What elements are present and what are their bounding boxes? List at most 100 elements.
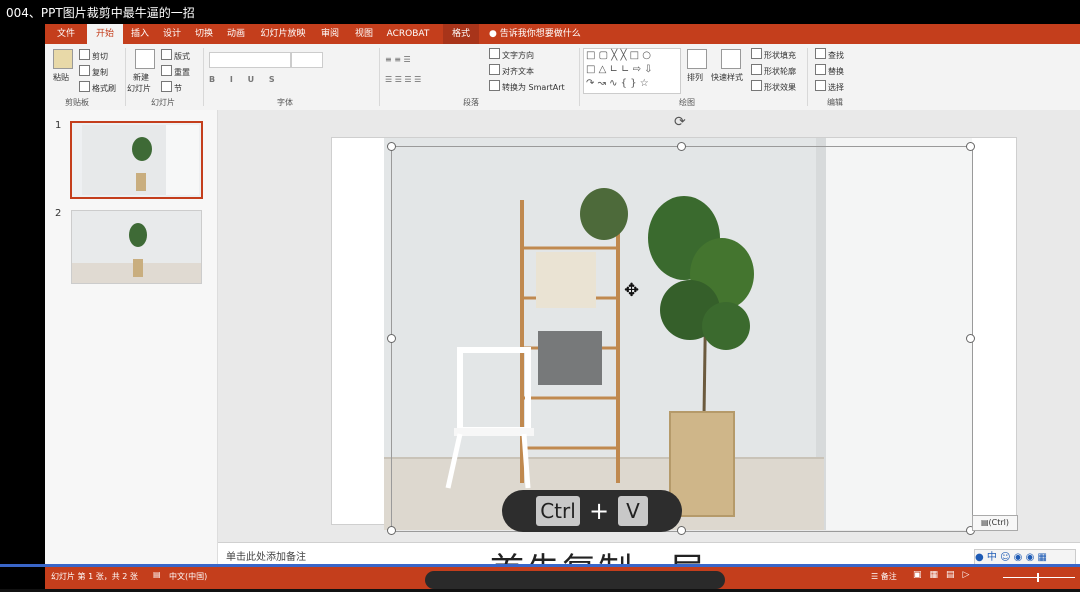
replace-button[interactable]: 替换: [815, 64, 844, 77]
v-key: V: [618, 496, 648, 526]
move-cursor-icon: ✥: [624, 280, 640, 301]
zoom-slider[interactable]: [1003, 577, 1075, 578]
font-name-box[interactable]: [209, 52, 291, 68]
resize-handle[interactable]: [966, 334, 975, 343]
copy-button[interactable]: 复制: [79, 65, 108, 78]
shape-effects-button[interactable]: 形状效果: [751, 80, 796, 93]
slide-number: 2: [55, 208, 62, 219]
cursor-icon: [815, 80, 826, 91]
ribbon-tabs: 文件 开始 插入 设计 切换 动画 幻灯片放映 审阅 视图 ACROBAT 格式…: [45, 24, 1080, 44]
shape-outline-button[interactable]: 形状轮廓: [751, 64, 796, 77]
smartart-button[interactable]: 转换为 SmartArt: [489, 80, 565, 93]
align-text-button[interactable]: 对齐文本: [489, 64, 534, 77]
resize-handle[interactable]: [387, 526, 396, 535]
separator: [579, 48, 580, 106]
quick-styles-button[interactable]: 快速样式: [711, 72, 743, 83]
tab-format[interactable]: 格式: [443, 24, 479, 44]
brush-icon: [79, 81, 90, 92]
tab-transitions[interactable]: 切换: [189, 24, 219, 44]
text-direction-icon: [489, 48, 500, 59]
shapes-gallery[interactable]: □ ▢ ╳ ╳ □ ○ □ △ ∟ ∟ ⇨ ⇩ ↷ ↝ ∿ { } ☆: [583, 48, 681, 94]
zoom-slider-thumb[interactable]: [1037, 573, 1039, 582]
slide-thumbnail-2[interactable]: [71, 210, 202, 284]
section-icon: [161, 81, 172, 92]
tell-me-text: 告诉我你想要做什么: [499, 29, 581, 39]
ctrl-key: Ctrl: [536, 496, 580, 526]
resize-handle[interactable]: [677, 142, 686, 151]
resize-handle[interactable]: [966, 142, 975, 151]
tell-me-box[interactable]: ● 告诉我你想要做什么: [489, 24, 619, 44]
resize-handle[interactable]: [387, 334, 396, 343]
resize-handle[interactable]: [387, 142, 396, 151]
reset-icon: [161, 65, 172, 76]
new-slide-label-2[interactable]: 幻灯片: [127, 83, 151, 94]
rotate-handle-icon[interactable]: ⟳: [674, 114, 686, 130]
cut-button[interactable]: 剪切: [79, 49, 108, 62]
tab-animations[interactable]: 动画: [221, 24, 251, 44]
shortcut-overlay: Ctrl + V: [502, 490, 682, 532]
format-painter-button[interactable]: 格式刷: [79, 81, 116, 94]
view-buttons[interactable]: ▣▦▤▷: [913, 570, 977, 580]
tab-slideshow[interactable]: 幻灯片放映: [255, 24, 311, 44]
status-bar: 幻灯片 第 1 张，共 2 张 ▤ 中文(中国) ☰ 备注 ▣▦▤▷: [45, 567, 1080, 589]
paste-icon[interactable]: [53, 49, 73, 69]
thumbnail-plant: [129, 223, 147, 247]
video-player-controls[interactable]: [425, 571, 725, 589]
section-button[interactable]: 节: [161, 81, 182, 94]
notes-toggle[interactable]: ☰ 备注: [871, 571, 897, 582]
paste-button[interactable]: 粘贴: [53, 72, 69, 83]
font-size-box[interactable]: [291, 52, 323, 68]
alignment-buttons[interactable]: ☰ ☰ ☰ ☰: [385, 75, 421, 84]
notes-icon: ☰: [871, 572, 879, 581]
thumbnail-image: [82, 125, 166, 195]
arrange-button[interactable]: 排列: [687, 72, 703, 83]
list-buttons[interactable]: ≡ ≡ ☰: [385, 55, 411, 64]
window-title-bar: 004、PPT图片裁剪中最牛逼的一招: [0, 0, 1080, 24]
group-label-editing: 编辑: [827, 98, 843, 107]
tab-acrobat[interactable]: ACROBAT: [383, 24, 433, 44]
resize-handle[interactable]: [677, 526, 686, 535]
new-slide-label[interactable]: 新建: [133, 72, 149, 83]
search-icon: [815, 48, 826, 59]
window-title: 004、PPT图片裁剪中最牛逼的一招: [6, 6, 195, 20]
video-progress-bar[interactable]: [0, 564, 1080, 567]
thumbnail-basket: [136, 173, 146, 191]
new-slide-icon[interactable]: [135, 49, 155, 69]
spellcheck-icon[interactable]: ▤: [153, 570, 161, 579]
pencil-icon: [751, 64, 762, 75]
clipboard-icon: ▤: [980, 518, 989, 527]
replace-icon: [815, 64, 826, 75]
language-indicator[interactable]: 中文(中国): [169, 571, 207, 582]
smartart-icon: [489, 80, 500, 91]
font-format-buttons[interactable]: B I U S: [209, 75, 281, 84]
lightbulb-icon: ●: [489, 29, 500, 39]
separator: [807, 48, 808, 106]
paint-bucket-icon: [751, 48, 762, 59]
slide-thumbnail-1[interactable]: [70, 121, 203, 199]
group-label-font: 字体: [277, 98, 293, 107]
tab-design[interactable]: 设计: [157, 24, 187, 44]
tab-file[interactable]: 文件: [45, 24, 87, 44]
layout-icon: [161, 49, 172, 60]
quick-styles-icon[interactable]: [721, 49, 741, 69]
plus-sign: +: [588, 497, 610, 525]
select-button[interactable]: 选择: [815, 80, 844, 93]
tab-review[interactable]: 审阅: [315, 24, 345, 44]
align-text-icon: [489, 64, 500, 75]
notes-placeholder: 单击此处添加备注: [226, 552, 306, 563]
separator: [379, 48, 380, 106]
layout-button[interactable]: 版式: [161, 49, 190, 62]
group-label-slides: 幻灯片: [151, 98, 175, 107]
paste-options-button[interactable]: ▤(Ctrl): [972, 515, 1018, 531]
find-button[interactable]: 查找: [815, 48, 844, 61]
reset-button[interactable]: 重置: [161, 65, 190, 78]
tab-insert[interactable]: 插入: [125, 24, 155, 44]
shape-fill-button[interactable]: 形状填充: [751, 48, 796, 61]
tab-home[interactable]: 开始: [87, 24, 123, 44]
thumbnail-plant: [132, 137, 152, 161]
group-label-drawing: 绘图: [679, 98, 695, 107]
text-direction-button[interactable]: 文字方向: [489, 48, 534, 61]
tab-view[interactable]: 视图: [349, 24, 379, 44]
selection-frame[interactable]: [391, 146, 973, 532]
arrange-icon[interactable]: [687, 49, 707, 69]
